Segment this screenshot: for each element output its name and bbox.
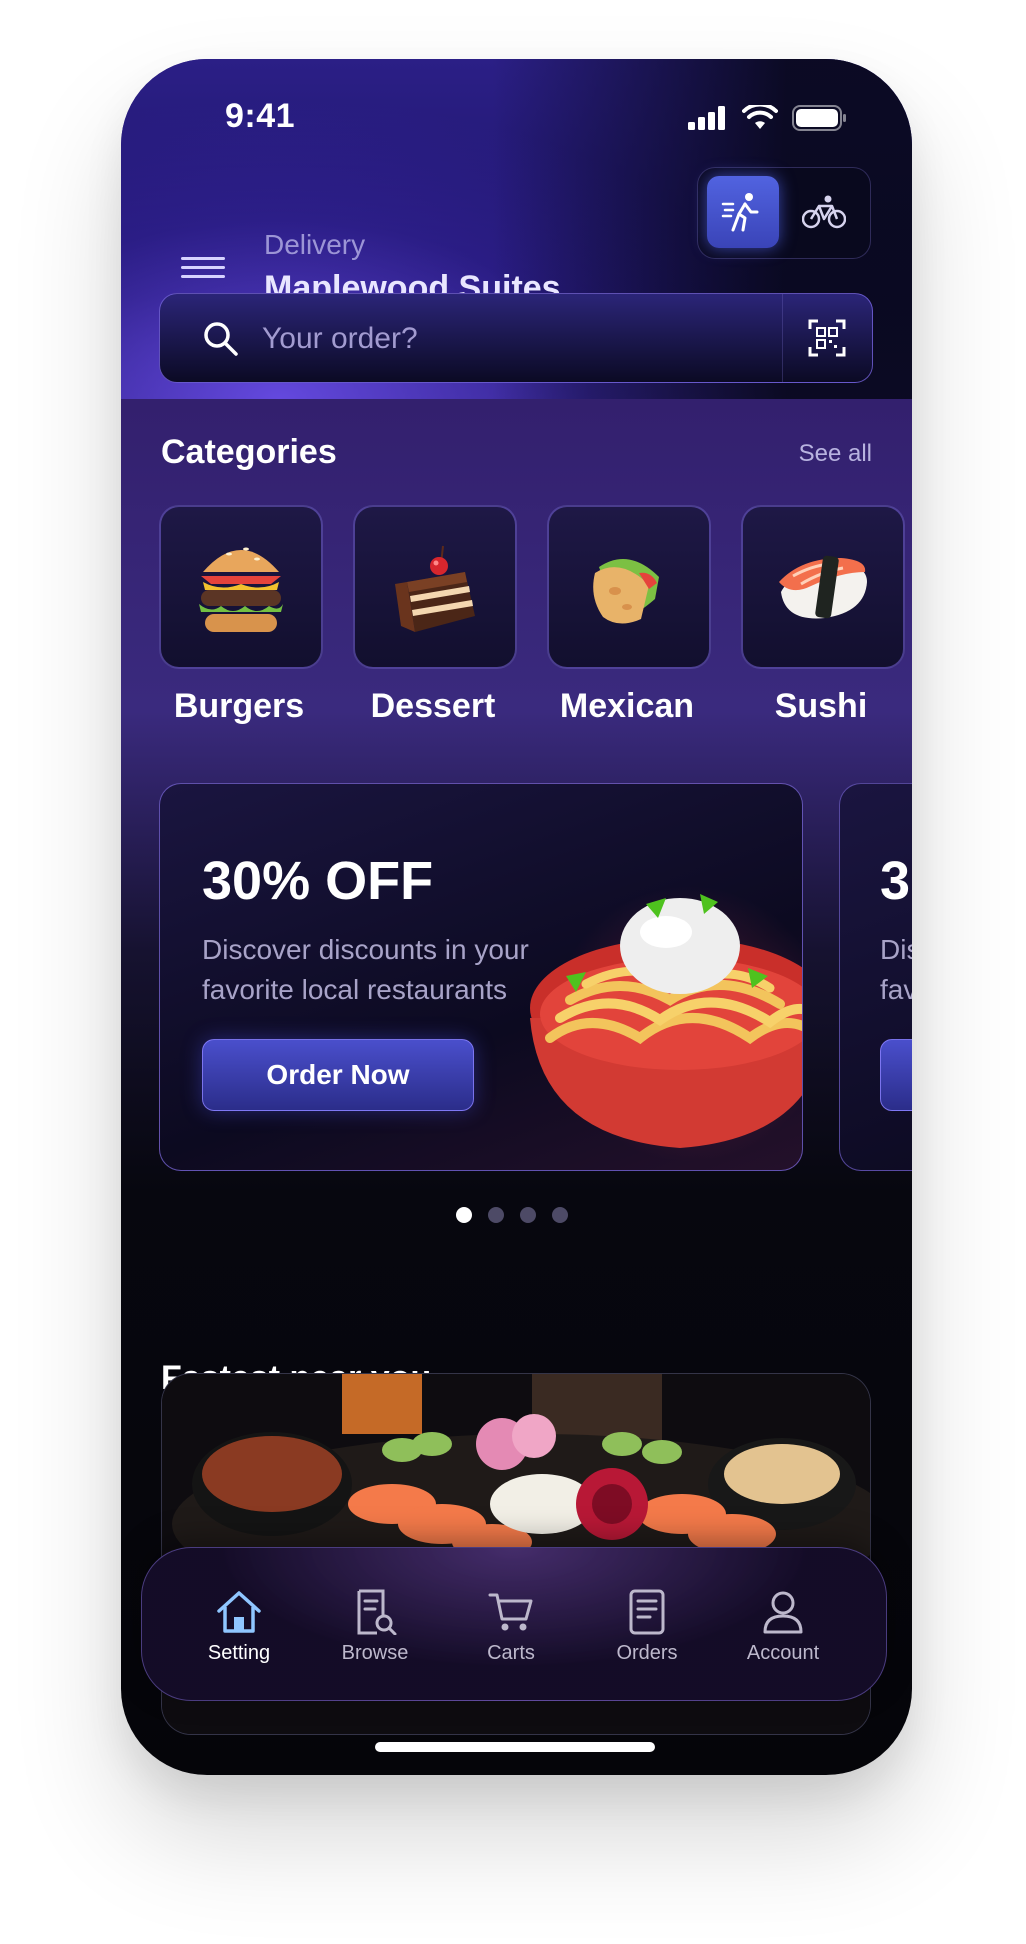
bottom-tab-bar: Setting Browse Carts Orders Account [141,1547,887,1701]
cake-icon [395,545,475,632]
tab-label: Orders [616,1642,678,1664]
tab-orders[interactable]: Orders [592,1588,702,1665]
home-icon [217,1591,261,1633]
tab-label: Account [746,1642,820,1664]
categories-list: Burgers Dessert Mexican Sushi [159,505,912,735]
menu-icon [181,257,225,260]
category-sushi[interactable]: Sushi [741,505,905,726]
search-input[interactable] [260,316,664,362]
tab-account[interactable]: Account [728,1588,838,1665]
delivery-mode-toggle [697,167,871,259]
carousel-pagination [456,1207,568,1223]
promo-title: 30% OFF [880,851,912,911]
pagination-dot[interactable] [488,1207,504,1223]
category-label: Mexican [559,687,695,725]
tab-label: Setting [207,1642,271,1664]
bike-mode-button[interactable] [788,176,860,248]
tab-carts[interactable]: Carts [456,1588,566,1665]
promo-card[interactable]: 30% OFF Discover discounts in your favor… [159,783,803,1171]
category-label: Dessert [370,687,496,725]
categories-title: Categories [161,433,337,471]
cart-icon [488,1593,533,1631]
category-burgers[interactable]: Burgers [159,505,323,726]
tab-label: Browse [341,1642,409,1664]
status-time: 9:41 [225,97,296,135]
search-bar [159,293,873,383]
bicycle-icon [802,195,846,229]
status-bar: 9:41 [121,59,912,179]
browse-icon [357,1589,397,1635]
account-icon [763,1591,803,1634]
orders-icon [629,1589,665,1635]
category-mexican[interactable]: Mexican [547,505,711,726]
promo-subtitle: Discoverfavorite [880,934,912,1005]
category-dessert[interactable]: Dessert [353,505,517,726]
category-label: Sushi [774,687,868,725]
delivery-label: Delivery [264,229,366,260]
sushi-icon [779,555,867,619]
promo-title: 30% OFF [202,851,434,911]
see-all-link[interactable]: See all [799,440,872,468]
phone-screen: 9:41 Delivery Maplewood Suites Your orde… [121,59,912,1775]
search-icon [204,322,238,356]
wifi-icon [742,105,778,129]
tab-label: Carts [487,1642,535,1664]
tab-browse[interactable]: Browse [320,1588,430,1665]
menu-button[interactable] [181,251,225,283]
qr-code-icon [808,319,846,357]
walking-mode-button[interactable] [707,176,779,248]
battery-icon [792,105,846,131]
burger-icon [199,547,283,632]
pagination-dot[interactable] [520,1207,536,1223]
taco-icon [593,559,659,624]
pagination-dot[interactable] [456,1207,472,1223]
pagination-dot[interactable] [552,1207,568,1223]
qr-scan-button[interactable] [782,294,872,382]
noodle-bowl-icon [530,894,802,1148]
cellular-signal-icon [688,106,725,130]
category-label: Burgers [173,687,305,725]
order-now-button[interactable] [880,1039,912,1111]
tab-setting[interactable]: Setting [184,1588,294,1665]
walking-person-icon [721,193,759,232]
order-now-button[interactable]: Order Now [202,1039,474,1111]
promo-card-next[interactable]: 30% OFF Discoverfavorite [839,783,912,1171]
home-indicator[interactable] [375,1742,655,1752]
